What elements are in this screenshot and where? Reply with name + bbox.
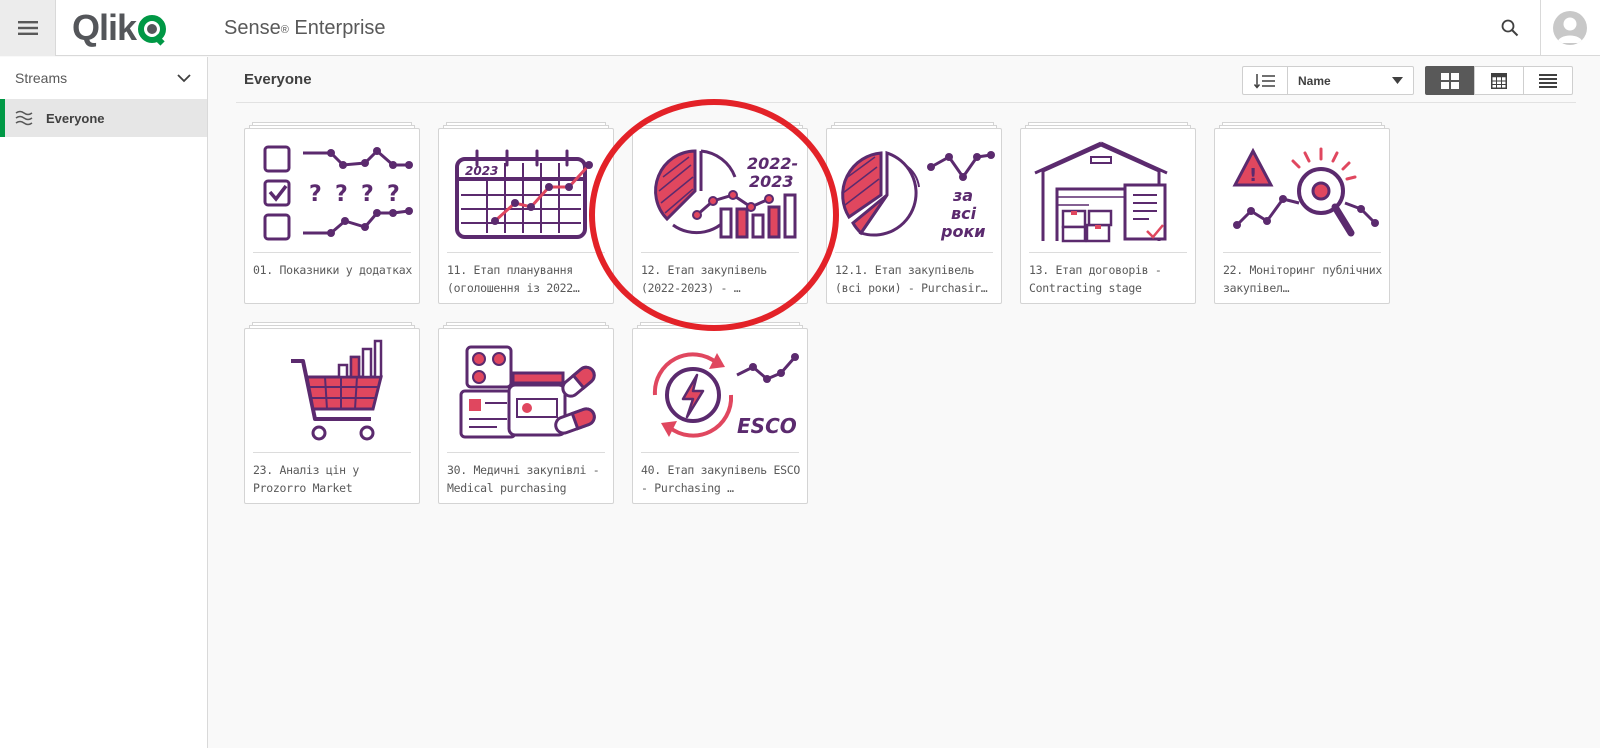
app-card[interactable]: 13. Етап договорів - Contracting stage <box>1020 122 1196 304</box>
svg-text:?: ? <box>309 182 322 207</box>
chevron-down-icon <box>177 73 191 82</box>
hamburger-menu-icon <box>17 21 38 35</box>
hamburger-menu-button[interactable] <box>0 0 56 56</box>
streams-header[interactable]: Streams <box>0 57 207 99</box>
svg-text:?: ? <box>361 182 374 207</box>
monitoring-magnifier-icon: ! <box>1232 147 1379 237</box>
search-icon <box>1501 19 1519 37</box>
grid-view-icon <box>1441 72 1459 89</box>
esco-label: ESCO <box>737 414 797 438</box>
svg-text:?: ? <box>335 182 348 207</box>
sort-descending-icon <box>1254 73 1275 89</box>
app-title: 01. Показники у додатках <box>253 263 412 277</box>
energy-esco-icon: ESCO <box>652 352 799 438</box>
app-thumbnail: 2023 <box>447 137 607 249</box>
product-name-text: Sense <box>224 17 281 39</box>
card-separator <box>253 252 411 253</box>
app-card[interactable]: ! 22. Моніторинг публічних закупівел… <box>1214 122 1390 304</box>
app-title: 30. Медичні закупівлі - Medical purchasi… <box>447 463 600 495</box>
card-separator <box>641 252 799 253</box>
years-label-line1: 2022- <box>747 154 798 173</box>
dropdown-caret-icon <box>1392 77 1403 84</box>
app-card[interactable]: ESCO 40. Етап закупівель ESCO - Purchasi… <box>632 322 808 504</box>
app-card[interactable]: 30. Медичні закупівлі - Medical purchasi… <box>438 322 614 504</box>
stream-item-label: Everyone <box>46 110 105 126</box>
all-years-line1: за <box>952 186 973 205</box>
calendar-chart-icon: 2023 <box>455 149 593 239</box>
pie-bar-chart-icon: 2022- 2023 <box>654 149 798 239</box>
app-thumbnail: 2022- 2023 <box>641 137 801 249</box>
checklist-chart-icon: ???? <box>263 145 413 241</box>
sort-by-select[interactable]: Name <box>1288 66 1414 95</box>
app-thumbnail <box>447 337 607 449</box>
card-separator <box>641 452 799 453</box>
app-title: 13. Етап договорів - Contracting stage <box>1029 263 1162 295</box>
sort-order-button[interactable] <box>1242 66 1288 95</box>
app-thumbnail <box>253 337 413 449</box>
streams-sidebar: Streams Everyone <box>0 57 208 748</box>
grid-view-button[interactable] <box>1425 66 1475 95</box>
app-card[interactable]: за всі роки 12.1. Етап закупівель (всі р… <box>826 122 1002 304</box>
card-separator <box>1029 252 1187 253</box>
medical-supplies-icon <box>459 345 596 439</box>
pie-line-chart-icon: за всі роки <box>841 150 995 241</box>
stream-item-everyone[interactable]: Everyone <box>0 99 207 137</box>
header-divider <box>1540 0 1541 56</box>
product-suffix: Enterprise <box>288 17 386 39</box>
svg-text:?: ? <box>387 182 400 207</box>
years-label-line2: 2023 <box>749 172 794 191</box>
app-card[interactable]: 2022- 2023 12. Етап закупівель (2022-202… <box>632 122 808 304</box>
all-years-line2: всі <box>951 204 977 223</box>
all-years-line3: роки <box>940 222 986 241</box>
qlik-q-icon <box>138 15 167 46</box>
top-bar: Qlik Sense® Enterprise <box>0 0 1600 56</box>
app-title: 12.1. Етап закупівель (всі роки) - Purch… <box>835 263 988 295</box>
warehouse-document-icon <box>1034 141 1168 243</box>
sort-by-value: Name <box>1298 73 1331 88</box>
card-separator <box>447 252 605 253</box>
table-view-button[interactable] <box>1474 66 1524 95</box>
app-card[interactable]: ???? 01. Показники у додатках <box>244 122 420 304</box>
toolbar-divider <box>236 102 1576 103</box>
app-card[interactable]: 23. Аналіз цін у Prozorro Market <box>244 322 420 504</box>
logo-text: Qlik <box>72 7 137 48</box>
stream-icon <box>15 110 33 126</box>
app-thumbnail: ! <box>1223 137 1383 249</box>
page-title: Everyone <box>244 71 312 88</box>
app-title: 40. Етап закупівель ESCO - Purchasing … <box>641 463 800 495</box>
qlik-logo[interactable]: Qlik <box>72 10 169 46</box>
app-title: 12. Етап закупівель (2022-2023) - … <box>641 263 767 295</box>
app-title: 11. Етап планування (оголошення із 2022… <box>447 263 580 295</box>
app-thumbnail: ESCO <box>641 337 801 449</box>
table-view-icon <box>1491 72 1507 89</box>
card-separator <box>447 452 605 453</box>
search-button[interactable] <box>1492 10 1528 46</box>
list-view-button[interactable] <box>1523 66 1573 95</box>
card-separator <box>835 252 993 253</box>
app-thumbnail: за всі роки <box>835 137 995 249</box>
svg-text:!: ! <box>1249 165 1257 186</box>
calendar-year-label: 2023 <box>465 164 498 178</box>
user-avatar-button[interactable] <box>1553 11 1587 45</box>
list-view-icon <box>1539 73 1557 88</box>
user-avatar-icon <box>1557 17 1583 43</box>
app-title: 22. Моніторинг публічних закупівел… <box>1223 263 1382 295</box>
shopping-cart-icon <box>291 339 383 441</box>
card-separator <box>253 452 411 453</box>
app-thumbnail: ???? <box>253 137 413 249</box>
product-name: Sense® Enterprise <box>224 15 386 41</box>
card-separator <box>1223 252 1381 253</box>
app-title: 23. Аналіз цін у Prozorro Market <box>253 463 359 495</box>
streams-label: Streams <box>15 70 68 86</box>
app-card[interactable]: 2023 11. Етап планування (оголошення із … <box>438 122 614 304</box>
registered-mark: ® <box>280 24 289 36</box>
app-thumbnail <box>1029 137 1189 249</box>
